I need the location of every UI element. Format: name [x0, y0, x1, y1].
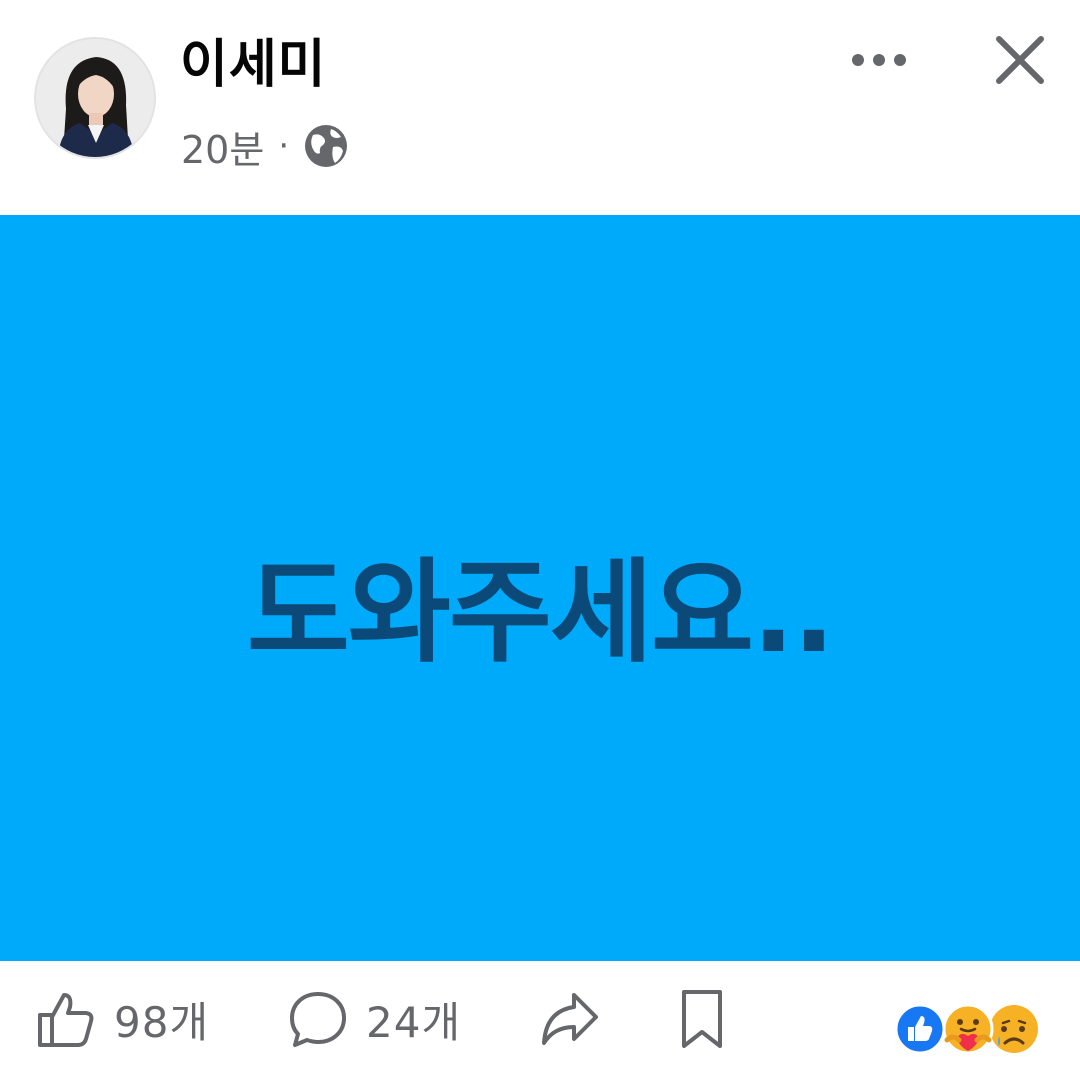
- save-button[interactable]: [676, 989, 728, 1049]
- like-count: 98개: [114, 997, 210, 1047]
- share-button[interactable]: [540, 989, 600, 1049]
- reaction-summary[interactable]: [893, 1002, 1043, 1056]
- share-icon: [542, 993, 598, 1045]
- comment-button[interactable]: 24개: [288, 989, 461, 1049]
- care-reaction-icon: [942, 1003, 994, 1055]
- author-name[interactable]: 이세미: [180, 30, 327, 100]
- bookmark-icon: [682, 990, 722, 1048]
- globe-icon: [303, 123, 349, 169]
- like-button[interactable]: 98개: [36, 989, 209, 1049]
- post-meta: 20분 ·: [181, 118, 349, 174]
- thumbs-up-icon: [38, 993, 94, 1047]
- author-avatar[interactable]: [36, 39, 154, 157]
- close-icon: [996, 36, 1044, 84]
- post-header: 이세미 20분 ·: [0, 0, 1080, 215]
- close-button[interactable]: [988, 28, 1052, 92]
- like-reaction-icon: [894, 1003, 946, 1055]
- meta-separator: ·: [278, 126, 290, 166]
- post-text: 도와주세요..: [246, 548, 835, 678]
- post-time[interactable]: 20분: [181, 119, 264, 174]
- more-horizontal-icon: [852, 54, 906, 66]
- sad-reaction-icon: [990, 1005, 1038, 1053]
- comment-count: 24개: [366, 997, 462, 1047]
- post-content[interactable]: 도와주세요..: [0, 215, 1080, 961]
- more-options-button[interactable]: [846, 34, 912, 86]
- comment-icon: [290, 992, 346, 1047]
